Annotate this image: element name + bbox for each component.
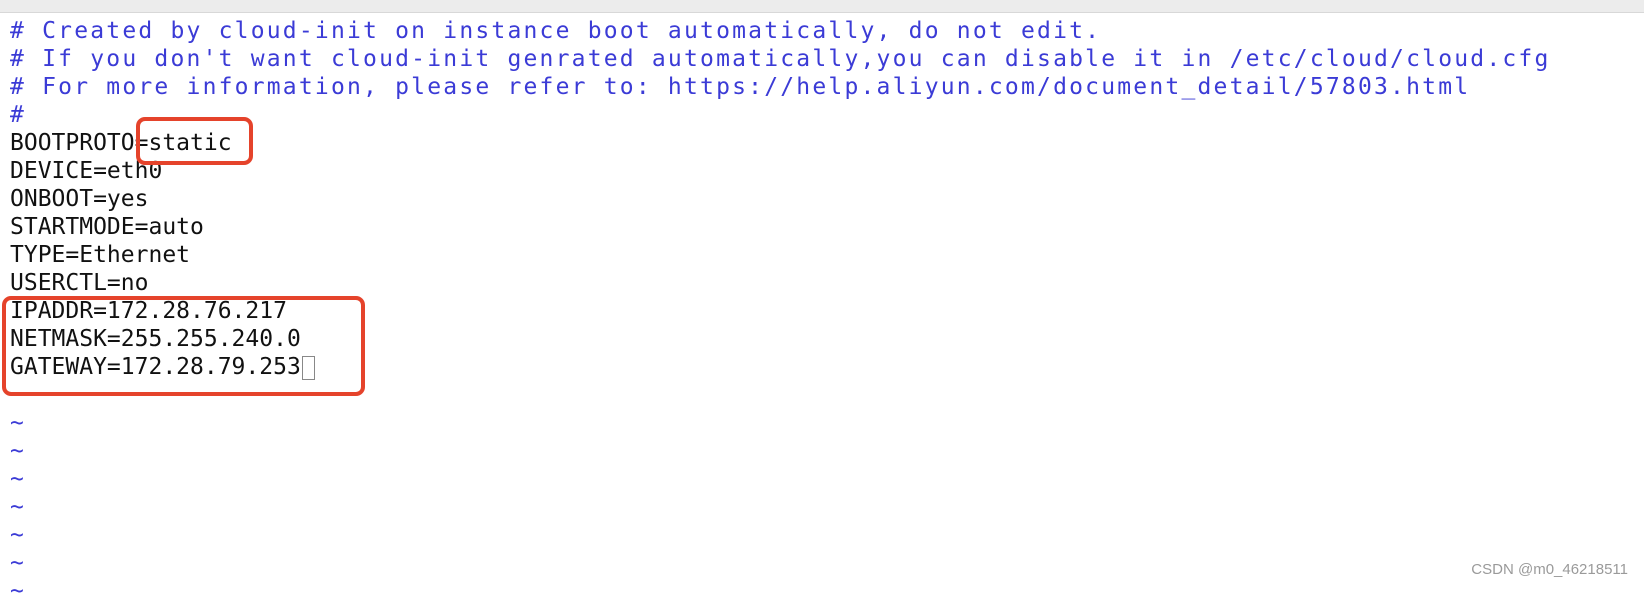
tilde-line: ~ (10, 550, 24, 576)
comment-line: # Created by cloud-init on instance boot… (10, 18, 1102, 44)
comment-line: # If you don't want cloud-init genrated … (10, 46, 1551, 72)
tilde-line: ~ (10, 494, 24, 520)
comment-line: # For more information, please refer to:… (10, 74, 1471, 100)
config-line-userctl: USERCTL=no (10, 270, 149, 296)
config-line-onboot: ONBOOT=yes (10, 186, 149, 212)
tilde-line: ~ (10, 466, 24, 492)
highlight-box-bootproto (136, 117, 253, 165)
config-line-type: TYPE=Ethernet (10, 242, 191, 268)
config-line-startmode: STARTMODE=auto (10, 214, 204, 240)
tilde-line: ~ (10, 438, 24, 464)
highlight-box-network (2, 296, 365, 396)
tilde-line: ~ (10, 578, 24, 604)
watermark: CSDN @m0_46218511 (1471, 561, 1628, 578)
tilde-line: ~ (10, 522, 24, 548)
tilde-line: ~ (10, 410, 24, 436)
window-titlebar (0, 0, 1644, 13)
